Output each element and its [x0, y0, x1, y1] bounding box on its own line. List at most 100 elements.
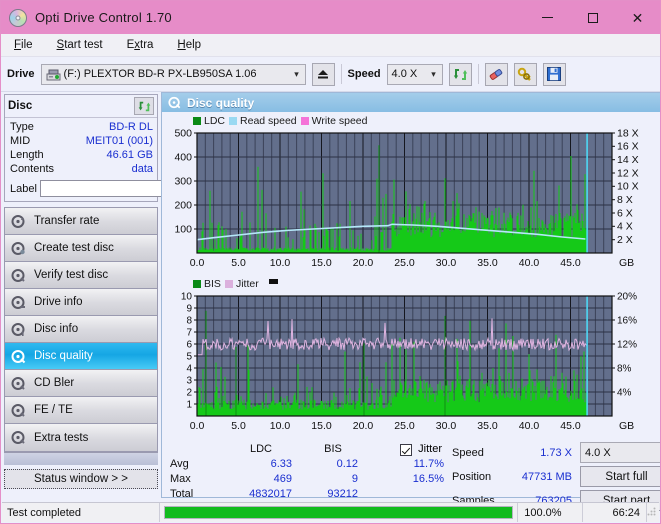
- eject-button[interactable]: [311, 62, 335, 86]
- ldc-legend: LDC Read speed Write speed: [165, 114, 660, 127]
- bis-legend: BIS Jitter: [165, 277, 660, 290]
- svg-text:0.0: 0.0: [190, 420, 205, 432]
- minimize-button[interactable]: [525, 1, 570, 34]
- svg-text:6: 6: [186, 339, 192, 350]
- disc-length-value: 46.61 GB: [106, 149, 153, 161]
- svg-text:0.0: 0.0: [190, 257, 205, 269]
- disc-type-value: BD-R DL: [108, 121, 153, 133]
- window-title: Opti Drive Control 1.70: [35, 10, 172, 25]
- legend-swatch-icon: [193, 279, 201, 288]
- svg-text:300: 300: [174, 175, 192, 187]
- menu-start-test[interactable]: Start test: [54, 37, 106, 53]
- stats-avg-bis: 0.12: [336, 458, 358, 470]
- svg-text:5.0: 5.0: [231, 420, 246, 432]
- stats-gap: [366, 457, 380, 472]
- disc-bler-icon: [11, 376, 25, 390]
- progress-container: [160, 503, 519, 522]
- save-button[interactable]: [542, 62, 566, 86]
- disc-burn-icon: [11, 241, 25, 255]
- menu-help[interactable]: Help: [174, 37, 204, 53]
- tools-button[interactable]: [513, 62, 537, 86]
- stats-gap: [366, 472, 380, 487]
- key-icon: [517, 67, 531, 81]
- grip-icon: [647, 507, 656, 516]
- legend-read-speed: Read speed: [229, 115, 297, 127]
- disc-group: Disc Type BD-R DL MID MEIT01 (001) Lengt…: [4, 94, 207, 202]
- legend-swatch-icon: [229, 116, 238, 125]
- svg-text:40.0: 40.0: [519, 257, 540, 269]
- svg-text:8%: 8%: [617, 363, 632, 374]
- svg-text:45.0: 45.0: [560, 420, 581, 432]
- svg-text:10: 10: [181, 291, 193, 302]
- sidebar-item-fe-te[interactable]: FE / TE: [5, 397, 157, 424]
- svg-text:20.0: 20.0: [353, 420, 374, 432]
- sidebar-item-drive-info[interactable]: Drive info: [5, 289, 157, 316]
- sidebar-item-create-test-disc[interactable]: Create test disc: [5, 235, 157, 262]
- svg-text:200: 200: [174, 199, 192, 211]
- speed-select[interactable]: 4.0 X ▾: [386, 63, 443, 85]
- sidebar-item-verify-test-disc[interactable]: Verify test disc: [5, 262, 157, 289]
- svg-text:45.0: 45.0: [560, 257, 581, 269]
- legend-swatch-icon: [224, 279, 233, 288]
- sidebar-item-cd-bler[interactable]: CD Bler: [5, 370, 157, 397]
- stats-avg-ldc: 6.33: [270, 458, 292, 470]
- sidebar-item-transfer-rate[interactable]: Transfer rate: [5, 208, 157, 235]
- refresh-button[interactable]: [448, 62, 472, 86]
- stats-row-max-label: Max: [170, 473, 191, 485]
- bis-chart-svg: 12345678910 4% 8% 12% 16% 20% 0.0 5.0 10.0 15.0 20…: [181, 291, 637, 432]
- svg-text:35.0: 35.0: [477, 420, 498, 432]
- disc-label-label: Label: [10, 182, 37, 195]
- stats-row-total-label: Total: [170, 488, 194, 500]
- disc-label-row: Label: [10, 179, 207, 198]
- sidebar-item-disc-quality[interactable]: Disc quality: [5, 343, 157, 370]
- save-icon: [547, 67, 562, 81]
- test-speed-select[interactable]: 4.0 X ▾: [580, 442, 660, 463]
- disc-quality-icon: [168, 96, 181, 109]
- start-full-button[interactable]: Start full: [580, 466, 660, 487]
- maximize-button[interactable]: [570, 1, 615, 34]
- svg-text:4: 4: [186, 363, 192, 374]
- sidebar-spacer: [4, 452, 158, 465]
- disc-length-label: Length: [10, 149, 44, 161]
- svg-text:12 X: 12 X: [617, 167, 639, 179]
- svg-text:16 X: 16 X: [617, 141, 639, 153]
- sidebar-item-extra-tests[interactable]: Extra tests: [5, 424, 157, 451]
- disc-mid-value: MEIT01 (001): [85, 135, 153, 147]
- stats-total-jitter: [380, 487, 446, 502]
- svg-text:4 X: 4 X: [617, 221, 633, 233]
- stats-max-jitter: 16.5%: [412, 473, 444, 485]
- svg-text:20.0: 20.0: [353, 257, 374, 269]
- resize-grip[interactable]: [647, 507, 659, 518]
- jitter-checkbox[interactable]: [400, 443, 413, 456]
- disc-drive-icon: [11, 295, 25, 309]
- status-window-button[interactable]: Status window > >: [4, 469, 158, 489]
- main-body: Disc Type BD-R DL MID MEIT01 (001) Lengt…: [1, 92, 660, 511]
- close-button[interactable]: ✕: [615, 1, 660, 34]
- stats-corner: [170, 442, 222, 457]
- disc-extra-icon: [11, 431, 25, 444]
- sidebar-item-label: Disc info: [34, 323, 79, 335]
- sidebar-item-label: Verify test disc: [34, 269, 109, 281]
- drive-select[interactable]: (F:) PLEXTOR BD-R PX-LB950SA 1.06 ▾: [40, 63, 306, 85]
- elapsed-time: 66:24: [583, 503, 648, 522]
- menu-extra[interactable]: Extra: [124, 37, 157, 53]
- progress-bar: [164, 506, 514, 519]
- disc-row-length: Length 46.61 GB: [10, 148, 153, 162]
- sidebar-item-label: CD Bler: [34, 377, 75, 389]
- svg-text:9: 9: [186, 303, 192, 314]
- run-speed-value: 1.73 X: [540, 446, 572, 459]
- speed-label: Speed: [347, 68, 381, 80]
- legend-bis-label: BIS: [204, 277, 221, 290]
- disc-group-header: Disc: [5, 95, 157, 118]
- menu-file[interactable]: File: [11, 37, 36, 53]
- legend-read-speed-label: Read speed: [240, 114, 297, 127]
- disc-row-mid: MID MEIT01 (001): [10, 134, 153, 148]
- svg-text:15.0: 15.0: [311, 420, 332, 432]
- disc-refresh-button[interactable]: [134, 97, 154, 115]
- svg-text:4%: 4%: [617, 387, 632, 398]
- svg-text:8: 8: [186, 315, 192, 326]
- erase-button[interactable]: [484, 62, 508, 86]
- sidebar-item-disc-info[interactable]: Disc info: [5, 316, 157, 343]
- refresh-icon: [453, 68, 467, 80]
- svg-text:16%: 16%: [617, 315, 637, 326]
